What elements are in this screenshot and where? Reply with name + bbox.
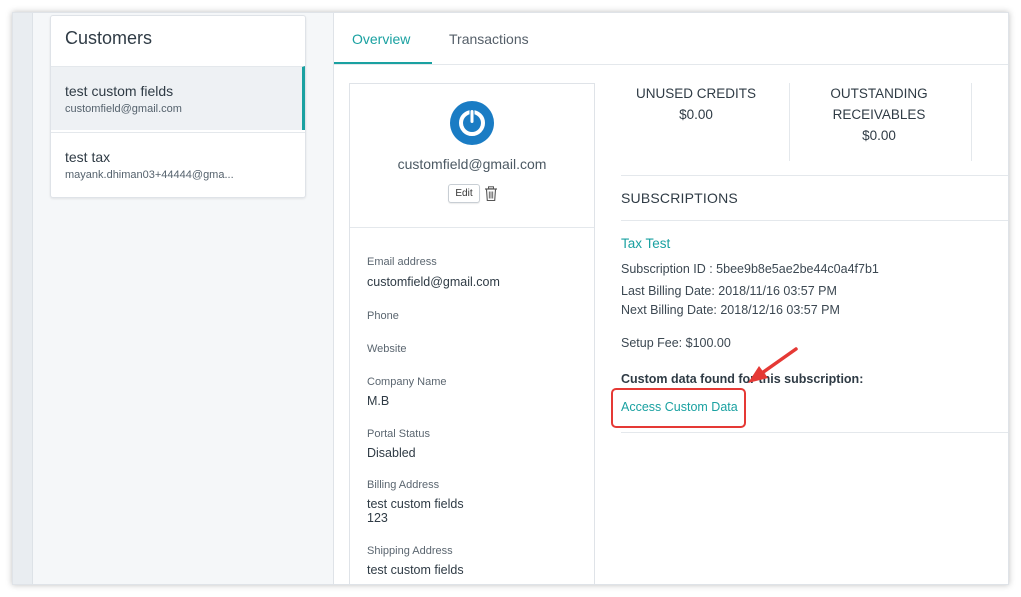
next-billing-date: Next Billing Date: 2018/12/16 03:57 PM <box>621 303 840 317</box>
customer-name: test tax <box>65 149 111 165</box>
customer-email: customfield@gmail.com <box>65 103 182 115</box>
outstanding-label-line1: OUTSTANDING <box>830 86 928 101</box>
trash-icon[interactable] <box>484 186 498 202</box>
company-name-label: Company Name <box>367 376 447 388</box>
portal-status-value: Disabled <box>367 446 416 460</box>
customers-title: Customers <box>65 28 153 48</box>
active-tab-indicator <box>334 62 432 64</box>
subscription-name-link[interactable]: Tax Test <box>621 236 670 251</box>
customer-detail-panel: Overview Transactions customfield@gmail.… <box>333 13 1008 584</box>
subscription-id: Subscription ID : 5bee9b8e5ae2be44c0a4f7… <box>621 262 879 276</box>
subscriptions-heading: SUBSCRIPTIONS <box>621 190 738 206</box>
customer-item-test-tax[interactable]: test tax mayank.dhiman03+44444@gma... <box>51 132 305 196</box>
section-divider <box>621 432 1008 433</box>
tab-bar: Overview Transactions <box>334 13 1008 65</box>
shipping-address-line1: test custom fields <box>367 563 464 577</box>
stat-divider <box>789 83 790 161</box>
unused-credits-value: $0.00 <box>679 107 713 122</box>
outstanding-receivables-stat: OUTSTANDING RECEIVABLES $0.00 <box>804 83 954 146</box>
last-billing-date: Last Billing Date: 2018/11/16 03:57 PM <box>621 284 837 298</box>
unused-credits-label: UNUSED CREDITS <box>635 86 756 101</box>
section-divider <box>621 220 1008 221</box>
highlight-box <box>611 388 746 428</box>
customers-list: Customers test custom fields customfield… <box>50 15 306 198</box>
unused-credits-stat: UNUSED CREDITS $0.00 <box>621 83 771 125</box>
email-value: customfield@gmail.com <box>367 275 500 289</box>
section-divider <box>621 175 1008 176</box>
app-window: Customers test custom fields customfield… <box>12 12 1009 585</box>
profile-divider <box>350 227 594 228</box>
edit-button[interactable]: Edit <box>448 184 480 203</box>
customer-item-test-custom-fields[interactable]: test custom fields customfield@gmail.com <box>51 66 305 130</box>
company-name-value: M.B <box>367 394 390 408</box>
power-icon <box>459 109 485 136</box>
avatar <box>450 101 494 145</box>
shipping-address-label: Shipping Address <box>367 545 453 557</box>
portal-status-label: Portal Status <box>367 428 430 440</box>
customer-name: test custom fields <box>65 83 174 99</box>
outstanding-value: $0.00 <box>862 128 896 143</box>
setup-fee: Setup Fee: $100.00 <box>621 336 731 350</box>
customer-email: mayank.dhiman03+44444@gma... <box>65 169 234 181</box>
stat-divider <box>971 83 972 161</box>
tab-transactions[interactable]: Transactions <box>449 31 529 47</box>
outstanding-label-line2: RECEIVABLES <box>832 107 926 122</box>
billing-address-line2: 123 <box>367 511 388 525</box>
custom-data-heading: Custom data found for this subscription: <box>621 372 864 386</box>
billing-address-label: Billing Address <box>367 479 440 491</box>
red-arrow-icon <box>748 347 798 383</box>
tab-overview[interactable]: Overview <box>352 31 410 47</box>
phone-label: Phone <box>367 310 399 322</box>
email-label: Email address <box>367 256 437 268</box>
profile-email: customfield@gmail.com <box>397 156 547 172</box>
profile-card: customfield@gmail.com Edit Email address… <box>349 83 595 584</box>
website-label: Website <box>367 343 407 355</box>
billing-address-line1: test custom fields <box>367 497 464 511</box>
left-rail <box>13 13 33 584</box>
